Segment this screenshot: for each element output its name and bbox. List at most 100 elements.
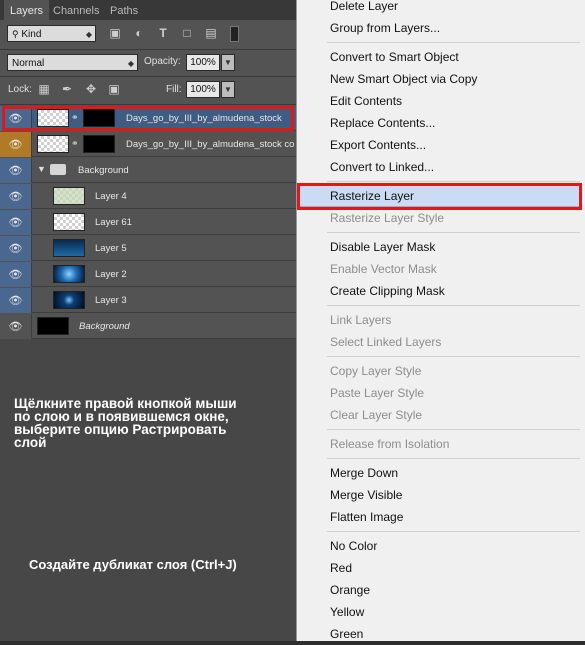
- lock-label: Lock:: [8, 84, 32, 95]
- menu-item-paste-layer-style: Paste Layer Style: [330, 386, 425, 400]
- menu-item-convert-to-smart-object[interactable]: Convert to Smart Object: [330, 46, 459, 68]
- visibility-eye-icon[interactable]: 👁: [0, 236, 32, 261]
- lock-image-pixels-icon[interactable]: ✒: [60, 82, 74, 96]
- menu-separator: [327, 232, 580, 233]
- menu-item-group-from-layers[interactable]: Group from Layers...: [330, 17, 440, 39]
- visibility-eye-icon[interactable]: 👁: [0, 184, 32, 209]
- menu-separator: [327, 42, 580, 43]
- menu-item-create-clipping-mask[interactable]: Create Clipping Mask: [330, 280, 445, 302]
- layers-panel: Layers Channels Paths ⚲ Kind ◆ ▣ ◐ T □ ▤…: [0, 0, 296, 641]
- instruction-line-4: слой: [14, 435, 47, 450]
- layer-thumbnail: [53, 187, 85, 205]
- menu-item-new-smart-object-via-copy[interactable]: New Smart Object via Copy: [330, 68, 477, 90]
- layer-thumbnail: [53, 265, 85, 283]
- menu-separator: [327, 531, 580, 532]
- layers-empty-area: [0, 339, 296, 641]
- duplicate-instruction: Создайте дубликат слоя (Ctrl+J): [29, 557, 237, 572]
- lock-all-icon[interactable]: ▣: [107, 82, 121, 96]
- menu-item-flatten-image[interactable]: Flatten Image: [330, 506, 403, 528]
- chevron-updown-icon: ◆: [127, 59, 134, 68]
- menu-item-merge-visible[interactable]: Merge Visible: [330, 484, 402, 506]
- layer-thumbnail: [53, 291, 85, 309]
- visibility-eye-icon[interactable]: 👁: [0, 288, 32, 313]
- menu-item-export-contents[interactable]: Export Contents...: [330, 134, 426, 156]
- menu-item-replace-contents[interactable]: Replace Contents...: [330, 112, 435, 134]
- visibility-eye-icon[interactable]: 👁: [0, 158, 32, 183]
- layer-thumbnail: [37, 317, 69, 335]
- visibility-eye-icon[interactable]: 👁: [0, 132, 32, 157]
- layer-row-layer-61[interactable]: 👁 Layer 61: [0, 210, 296, 235]
- highlight-rasterize-frame: [297, 183, 582, 210]
- layer-thumbnail: [53, 213, 85, 231]
- link-chain-icon[interactable]: ⚭: [71, 138, 79, 150]
- menu-item-delete-layer[interactable]: Delete Layer: [330, 0, 398, 17]
- menu-item-yellow[interactable]: Yellow: [330, 601, 364, 623]
- adjustment-filter-icon[interactable]: ◐: [132, 26, 146, 40]
- tab-channels[interactable]: Channels: [47, 0, 105, 20]
- layer-group-background[interactable]: 👁 ▼ Background: [0, 158, 296, 183]
- visibility-eye-icon[interactable]: 👁: [0, 262, 32, 287]
- layer-name[interactable]: Layer 5: [95, 236, 127, 261]
- menu-item-rasterize-layer-style: Rasterize Layer Style: [330, 211, 445, 225]
- menu-item-select-linked-layers: Select Linked Layers: [330, 335, 442, 349]
- menu-item-clear-layer-style: Clear Layer Style: [330, 408, 423, 422]
- opacity-dropdown-icon[interactable]: ▼: [221, 54, 235, 71]
- menu-item-disable-layer-mask[interactable]: Disable Layer Mask: [330, 236, 435, 258]
- menu-separator: [327, 458, 580, 459]
- layer-thumbnail: [53, 239, 85, 257]
- menu-separator: [327, 305, 580, 306]
- panel-tabs: Layers Channels Paths: [0, 0, 296, 20]
- menu-item-red[interactable]: Red: [330, 557, 352, 579]
- smart-object-filter-icon[interactable]: ▤: [204, 26, 218, 40]
- visibility-eye-icon[interactable]: 👁: [0, 210, 32, 235]
- menu-item-orange[interactable]: Orange: [330, 579, 370, 601]
- fill-input[interactable]: 100%: [186, 81, 220, 98]
- layer-context-menu: Delete Layer Group from Layers... Conver…: [296, 0, 585, 641]
- blend-mode-value: Normal: [12, 58, 45, 69]
- layer-row-background[interactable]: 👁 Background: [0, 314, 296, 339]
- layer-name[interactable]: Layer 2: [95, 262, 127, 287]
- opacity-label: Opacity:: [144, 56, 181, 67]
- layer-row-layer-2[interactable]: 👁 Layer 2: [0, 262, 296, 287]
- layer-row-layer-3[interactable]: 👁 Layer 3: [0, 288, 296, 313]
- menu-separator: [327, 429, 580, 430]
- opacity-input[interactable]: 100%: [186, 54, 220, 71]
- menu-item-copy-layer-style: Copy Layer Style: [330, 364, 422, 378]
- visibility-eye-icon[interactable]: 👁: [0, 314, 32, 339]
- layer-row-layer-4[interactable]: 👁 Layer 4: [0, 184, 296, 209]
- menu-item-no-color[interactable]: No Color: [330, 535, 377, 557]
- menu-item-merge-down[interactable]: Merge Down: [330, 462, 398, 484]
- menu-separator: [327, 356, 580, 357]
- tab-paths[interactable]: Paths: [104, 0, 144, 20]
- type-filter-icon[interactable]: T: [156, 26, 170, 40]
- chevron-updown-icon: ◆: [85, 30, 92, 39]
- menu-item-edit-contents[interactable]: Edit Contents: [330, 90, 402, 112]
- menu-item-green[interactable]: Green: [330, 623, 363, 645]
- filter-kind-select[interactable]: ⚲ Kind ◆: [7, 25, 96, 42]
- fill-dropdown-icon[interactable]: ▼: [221, 81, 235, 98]
- blend-mode-select[interactable]: Normal ◆: [7, 54, 138, 71]
- layer-name[interactable]: Background: [79, 314, 130, 339]
- menu-separator: [327, 181, 580, 182]
- layer-name[interactable]: Layer 3: [95, 288, 127, 313]
- layer-mask-thumbnail[interactable]: [83, 135, 115, 153]
- fill-label: Fill:: [166, 84, 182, 95]
- layer-name[interactable]: Layer 4: [95, 184, 127, 209]
- menu-item-convert-to-linked[interactable]: Convert to Linked...: [330, 156, 434, 178]
- layer-name[interactable]: Layer 61: [95, 210, 132, 235]
- menu-item-link-layers: Link Layers: [330, 313, 392, 327]
- filter-toggle-switch[interactable]: [230, 26, 239, 42]
- layer-name[interactable]: Background: [78, 158, 129, 183]
- layer-row-smart-object-copy[interactable]: 👁 ⚭ Days_go_by_III_by_almudena_stock cop…: [0, 132, 296, 157]
- menu-item-enable-vector-mask: Enable Vector Mask: [330, 262, 437, 276]
- layer-row-layer-5[interactable]: 👁 Layer 5: [0, 236, 296, 261]
- shape-filter-icon[interactable]: □: [180, 26, 194, 40]
- group-expand-triangle-icon[interactable]: ▼: [37, 164, 46, 174]
- lock-transparent-pixels-icon[interactable]: ▦: [37, 82, 51, 96]
- filter-kind-value: Kind: [21, 29, 42, 40]
- highlight-selected-layer-frame: [2, 106, 294, 131]
- layer-name[interactable]: Days_go_by_III_by_almudena_stock copy: [126, 132, 294, 157]
- image-filter-icon[interactable]: ▣: [108, 26, 122, 40]
- lock-position-icon[interactable]: ✥: [84, 82, 98, 96]
- tab-layers[interactable]: Layers: [4, 0, 50, 20]
